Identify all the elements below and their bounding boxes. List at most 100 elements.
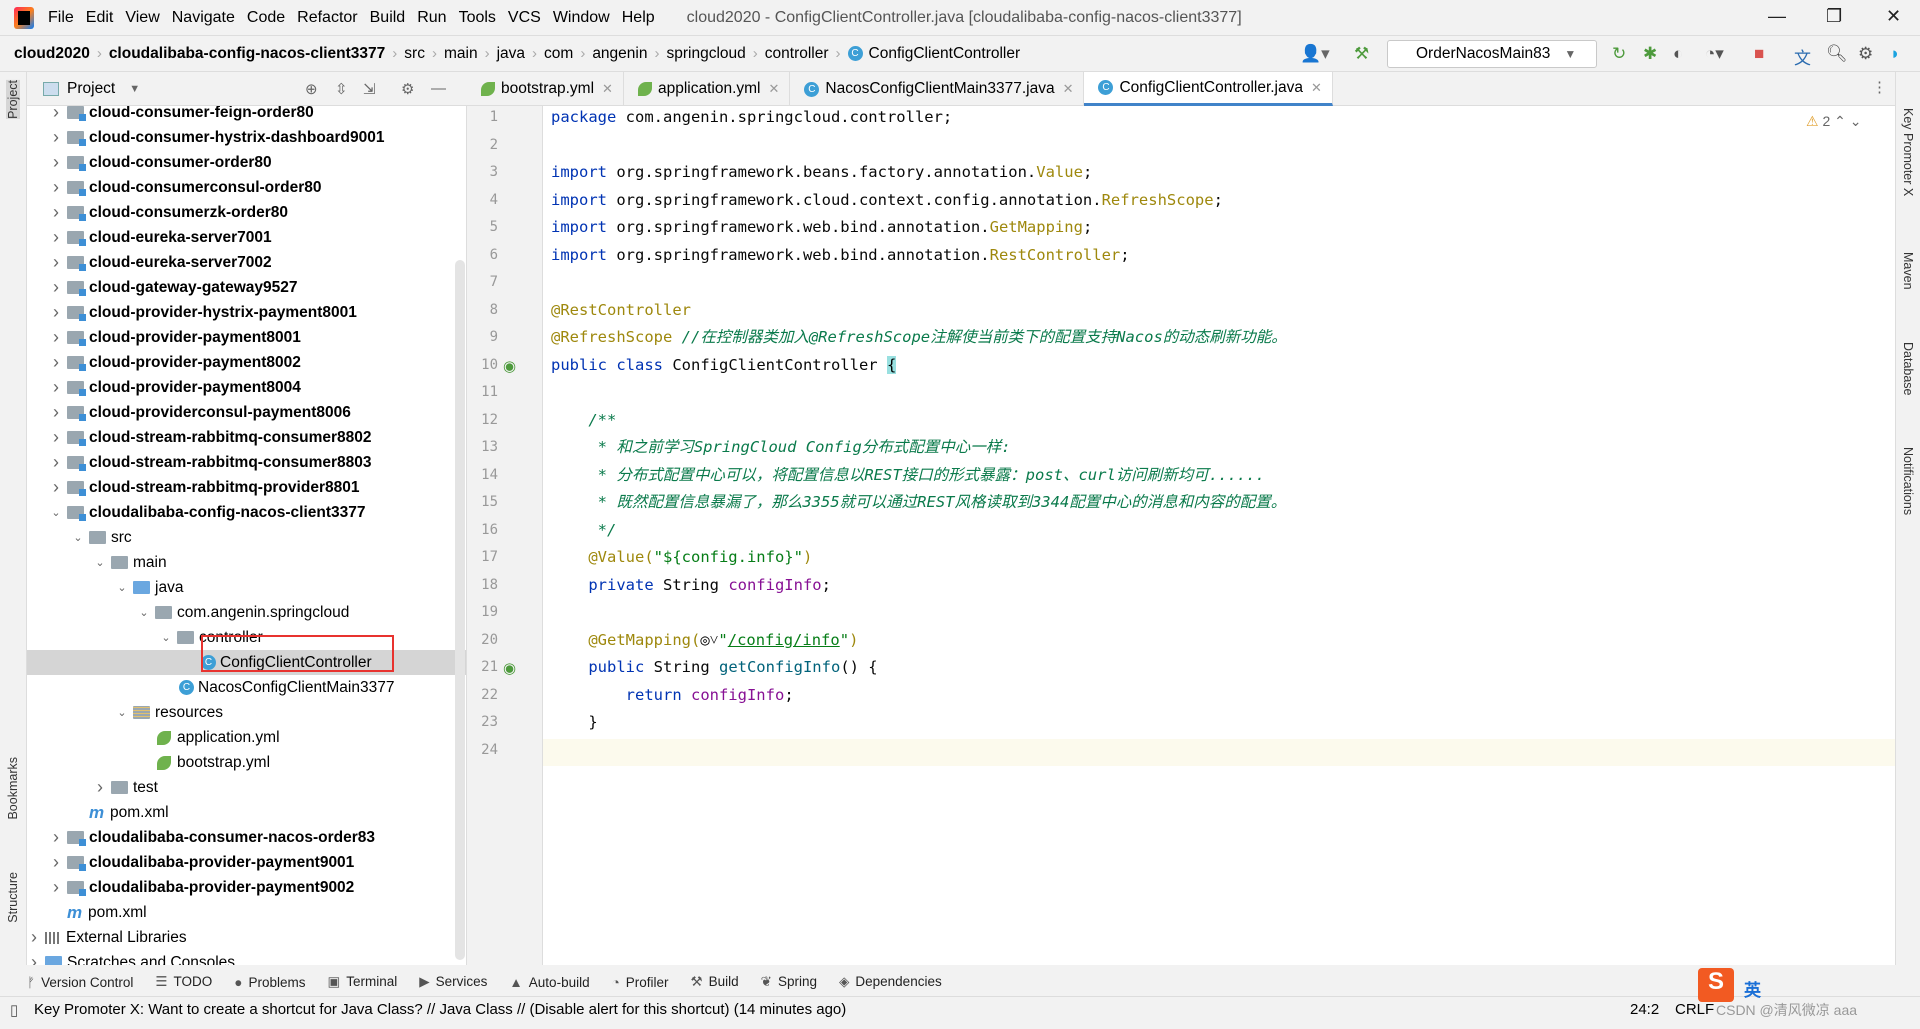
line-number[interactable]: 11 [481,384,498,400]
ime-language[interactable]: 英 [1744,976,1761,1001]
line-number[interactable]: 16 [481,522,498,538]
collapse-all-icon[interactable]: ⇲ [363,80,376,98]
tree-item[interactable]: › cloudalibaba-provider-payment9001 [27,850,466,875]
plugin-logo-icon[interactable]: ◗ [1890,44,1900,64]
chevron-down-icon[interactable]: ⌄ [49,506,63,519]
chevron-right-icon[interactable]: › [49,877,63,898]
line-number[interactable]: 5 [490,219,498,235]
breadcrumb-item[interactable]: ConfigClientController [869,45,1021,63]
database-tool-button[interactable]: Database [1901,342,1915,396]
menu-file[interactable]: File [48,9,74,26]
restore-button[interactable]: ❐ [1826,6,1842,27]
tree-item[interactable]: › cloud-consumer-feign-order80 [27,106,466,125]
menu-view[interactable]: View [125,9,159,26]
tree-item[interactable]: ⌄ cloudalibaba-config-nacos-client3377 [27,500,466,525]
tree-item[interactable]: ⌄ java [27,575,466,600]
debug-icon[interactable]: ✱ [1643,44,1657,64]
next-highlight-icon[interactable]: ⌄ [1850,113,1862,129]
chevron-right-icon[interactable]: › [49,427,63,448]
locate-icon[interactable]: ⊕ [305,80,318,98]
breadcrumb-item[interactable]: controller [765,45,829,63]
tree-item[interactable]: m pom.xml [27,900,466,925]
project-tool-button[interactable]: Project [6,80,20,119]
editor-tab[interactable]: bootstrap.yml ✕ [467,72,624,106]
menu-navigate[interactable]: Navigate [172,9,235,26]
tree-item[interactable]: › cloudalibaba-consumer-nacos-order83 [27,825,466,850]
chevron-right-icon[interactable]: › [49,177,63,198]
line-separator[interactable]: CRLF [1675,1001,1714,1018]
translate-icon[interactable]: 文 [1794,44,1811,69]
line-number[interactable]: 19 [481,604,498,620]
search-icon[interactable]: 🔍︎ [1826,44,1848,64]
editor-tab[interactable]: application.yml ✕ [624,72,791,106]
tree-item[interactable]: › cloud-stream-rabbitmq-consumer8803 [27,450,466,475]
close-tab-icon[interactable]: ✕ [1063,81,1074,97]
tree-item[interactable]: › cloud-provider-payment8004 [27,375,466,400]
chevron-right-icon[interactable]: › [49,402,63,423]
chevron-right-icon[interactable]: › [49,152,63,173]
chevron-down-icon[interactable]: ⌄ [115,706,129,719]
more-tabs-icon[interactable]: ⋮ [1872,78,1887,96]
chevron-right-icon[interactable]: › [49,452,63,473]
line-number[interactable]: 17 [481,549,498,565]
tree-item[interactable]: › cloud-consumer-order80 [27,150,466,175]
tree-scrollbar[interactable] [455,260,465,960]
menu-tools[interactable]: Tools [459,9,496,26]
editor-tab[interactable]: C ConfigClientController.java ✕ [1084,72,1333,106]
menu-run[interactable]: Run [417,9,446,26]
breadcrumb-item[interactable]: src [404,45,425,63]
line-number[interactable]: 20 [481,632,498,648]
menu-help[interactable]: Help [622,9,655,26]
maven-tool-button[interactable]: Maven [1901,252,1915,290]
tool-window-profiler[interactable]: ◔ Profiler [612,975,669,990]
line-number[interactable]: 12 [481,412,498,428]
breadcrumb-item[interactable]: springcloud [666,45,745,63]
tree-item[interactable]: › cloud-consumerzk-order80 [27,200,466,225]
minimize-button[interactable]: — [1768,6,1786,27]
inspection-widget[interactable]: ⚠ 2 ⌃ ⌄ [1806,113,1862,130]
tree-item[interactable]: › cloud-provider-payment8002 [27,350,466,375]
chevron-down-icon[interactable]: ⌄ [115,581,129,594]
tree-item[interactable]: › cloud-providerconsul-payment8006 [27,400,466,425]
line-number[interactable]: 14 [481,467,498,483]
chevron-down-icon[interactable]: ▼ [129,83,140,95]
chevron-right-icon[interactable]: › [49,252,63,273]
status-message[interactable]: Key Promoter X: Want to create a shortcu… [34,1001,846,1018]
close-tab-icon[interactable]: ✕ [1311,80,1322,96]
tree-item[interactable]: › External Libraries [27,925,466,950]
line-number[interactable]: 8 [490,302,498,318]
spring-bean-gutter-icon[interactable]: ◉ [503,357,516,375]
chevron-down-icon[interactable]: ⌄ [93,556,107,569]
tree-item[interactable]: › cloud-stream-rabbitmq-consumer8802 [27,425,466,450]
breadcrumb-item[interactable]: java [497,45,525,63]
chevron-right-icon[interactable]: › [49,302,63,323]
caret-position[interactable]: 24:2 [1630,1001,1659,1018]
tool-window-build[interactable]: ⚒ Build [691,974,739,990]
breadcrumb-item[interactable]: cloudalibaba-config-nacos-client3377 [109,45,385,63]
menu-code[interactable]: Code [247,9,285,26]
close-tab-icon[interactable]: ✕ [602,81,613,97]
line-number[interactable]: 22 [481,687,498,703]
breadcrumb-item[interactable]: angenin [592,45,647,63]
key-promoter-tool-button[interactable]: Key Promoter X [1901,108,1915,196]
run-config-select[interactable]: OrderNacosMain83 ▼ [1387,40,1597,68]
tree-item[interactable]: › cloud-consumer-hystrix-dashboard9001 [27,125,466,150]
menu-edit[interactable]: Edit [86,9,114,26]
tree-item[interactable]: › Scratches and Consoles [27,950,466,965]
coverage-icon[interactable]: ◐ [1673,44,1683,64]
chevron-down-icon[interactable]: ⌄ [137,606,151,619]
tree-item[interactable]: › cloud-eureka-server7002 [27,250,466,275]
chevron-right-icon[interactable]: › [93,777,107,798]
tool-window-todo[interactable]: ☰ TODO [155,974,212,990]
tool-window-problems[interactable]: ● Problems [234,975,305,990]
tool-window-services[interactable]: ▶ Services [419,974,487,990]
line-number[interactable]: 9 [490,329,498,345]
tree-item[interactable]: › test [27,775,466,800]
tree-item[interactable]: › cloud-stream-rabbitmq-provider8801 [27,475,466,500]
menu-refactor[interactable]: Refactor [297,9,357,26]
close-button[interactable]: ✕ [1886,6,1901,27]
tool-window-terminal[interactable]: ▣ Terminal [327,974,397,990]
gear-icon[interactable]: ⚙ [401,80,414,98]
tree-item[interactable]: ⌄ main [27,550,466,575]
chevron-right-icon[interactable]: › [49,827,63,848]
